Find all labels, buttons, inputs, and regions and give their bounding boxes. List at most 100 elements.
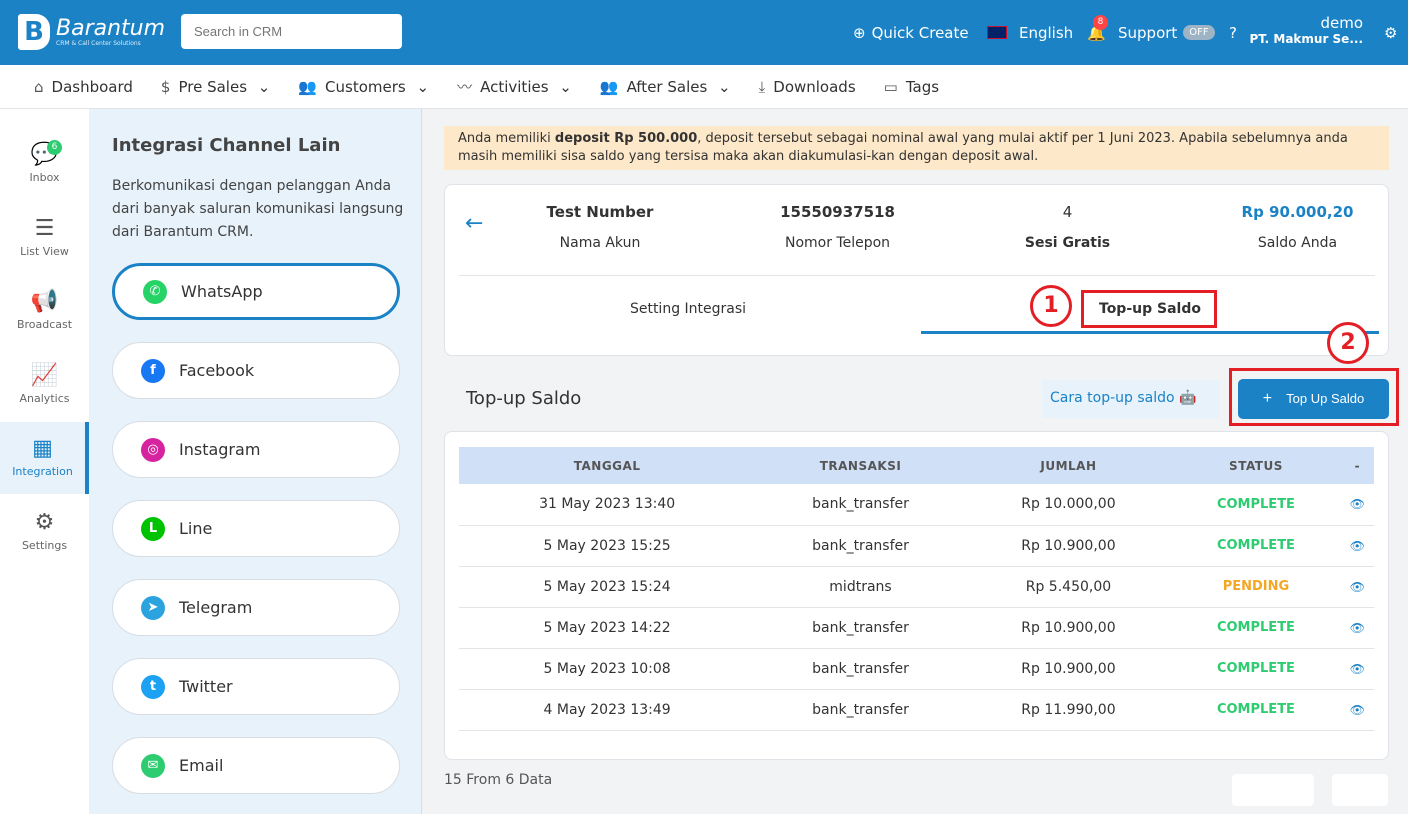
channel-facebook[interactable]: f Facebook (112, 342, 400, 399)
nav-item-downloads[interactable]: ⤓ Downloads (759, 78, 856, 96)
status-cell: COMPLETE (1171, 648, 1341, 690)
eye-icon[interactable]: 👁 (1340, 566, 1374, 608)
sidebar-item-settings[interactable]: ⚙ Settings (0, 496, 89, 568)
transaction-cell: midtrans (755, 566, 966, 608)
nav-icon: $ (160, 77, 171, 96)
channel-label: Twitter (179, 677, 233, 696)
help-icon[interactable]: ? (1229, 0, 1237, 65)
balance: Rp 90.000,20 Saldo Anda (1225, 203, 1370, 251)
column-header: TANGGAL (459, 447, 756, 484)
nav-label: After Sales (626, 77, 708, 96)
channel-telegram[interactable]: ➤ Telegram (112, 579, 400, 636)
sidebar-item-broadcast[interactable]: 📢 Broadcast (0, 275, 89, 347)
eye-icon[interactable]: 👁 (1340, 484, 1374, 526)
alert-bold: deposit Rp 500.000 (554, 131, 698, 146)
tab-setting-integrasi[interactable]: Setting Integrasi (459, 276, 917, 334)
table-row: 4 May 2023 13:49 bank_transfer Rp 11.990,0… (459, 689, 1374, 731)
deposit-alert: Anda memiliki deposit Rp 500.000, deposi… (444, 126, 1389, 170)
instagram-icon: ◎ (141, 437, 165, 462)
highlight-box (1081, 290, 1217, 328)
transactions-table: TANGGAL TRANSAKSI JUMLAH STATUS -31 May 2023… (459, 447, 1374, 731)
logo-name: Barantum (56, 15, 166, 41)
date-cell: 31 May 2023 13:40 (459, 484, 756, 526)
robot-icon: 🤖 (1179, 390, 1197, 406)
table-row: 5 May 2023 10:08 bank_transfer Rp 10.900,0… (459, 648, 1374, 690)
inbox-badge: 6 (47, 140, 62, 155)
quick-create-button[interactable]: ⊕ Quick Create (853, 0, 969, 65)
line-icon: L (141, 516, 165, 541)
date-cell: 5 May 2023 15:24 (459, 566, 756, 608)
nav-icon: 〰 (457, 78, 473, 96)
column-header: TRANSAKSI (755, 447, 966, 484)
quick-create-label: Quick Create (871, 23, 969, 42)
sidebar-label: Analytics (19, 391, 70, 405)
sidebar-item-list-view[interactable]: ☰ List View (0, 202, 89, 274)
sidebar-icon: ▦ (32, 436, 53, 461)
whatsapp-icon: ✆ (143, 279, 167, 304)
channel-line[interactable]: L Line (112, 500, 400, 557)
sidebar-label: Settings (21, 538, 68, 552)
date-cell: 5 May 2023 15:25 (459, 525, 756, 567)
status-cell: COMPLETE (1171, 484, 1341, 526)
nav-label: Activities (480, 78, 549, 96)
nav-item-dashboard[interactable]: ⌂ Dashboard (34, 78, 133, 96)
nav-item-tags[interactable]: ▭ Tags (884, 78, 939, 96)
twitter-icon: t (141, 674, 165, 699)
support-label: Support (1118, 23, 1178, 42)
nav-item-activities[interactable]: 〰 Activities ⌄ (457, 76, 572, 97)
table-row: 31 May 2023 13:40 bank_transfer Rp 10.000,… (459, 484, 1374, 526)
search-input[interactable] (181, 14, 402, 49)
date-cell: 5 May 2023 14:22 (459, 607, 756, 649)
logo-mark: B (18, 14, 50, 50)
nav-item-customers[interactable]: 👥 Customers ⌄ (298, 78, 429, 96)
nav-item-pre-sales[interactable]: $ Pre Sales ⌄ (161, 78, 270, 96)
column-header: - (1340, 447, 1374, 484)
date-cell: 4 May 2023 13:49 (459, 689, 756, 731)
email-icon: ✉ (141, 753, 165, 778)
howto-link[interactable]: Cara top-up saldo 🤖 (1042, 380, 1220, 418)
nav-icon: 👥 (298, 77, 318, 96)
next-page-button[interactable] (1332, 774, 1388, 806)
logo[interactable]: B Barantum CRM & Call Center Solutions (18, 14, 165, 50)
account-name-value: Test Number (546, 203, 654, 221)
notification-button[interactable]: 🔔 8 (1087, 0, 1108, 65)
channel-whatsapp[interactable]: ✆ WhatsApp (112, 263, 400, 320)
support-toggle[interactable]: Support OFF (1118, 0, 1215, 65)
nav-item-after-sales[interactable]: 👥 After Sales ⌄ (600, 78, 731, 96)
user-menu[interactable]: demo PT. Makmur Se... (1249, 14, 1363, 46)
amount-cell: Rp 10.900,00 (965, 525, 1172, 567)
nav-icon: ▭ (883, 77, 898, 96)
uk-flag-icon (987, 26, 1007, 39)
table-row: 5 May 2023 15:25 bank_transfer Rp 10.900,0… (459, 525, 1374, 567)
logo-sub: CRM & Call Center Solutions (56, 39, 141, 47)
column-header: STATUS (1171, 447, 1341, 484)
eye-icon[interactable]: 👁 (1340, 648, 1374, 690)
amount-cell: Rp 10.900,00 (965, 607, 1172, 649)
transaction-cell: bank_transfer (755, 689, 966, 731)
nav-label: Dashboard (51, 77, 133, 96)
nav-label: Customers (325, 77, 406, 96)
gear-icon[interactable]: ⚙ (1384, 0, 1397, 65)
channel-email[interactable]: ✉ Email (112, 737, 400, 794)
eye-icon[interactable]: 👁 (1340, 689, 1374, 731)
eye-icon[interactable]: 👁 (1340, 525, 1374, 567)
column-header: JUMLAH (965, 447, 1172, 484)
main-nav: ⌂ Dashboard $ Pre Sales ⌄ 👥 Customers ⌄ 〰 Activ… (0, 65, 1408, 109)
sessions-label: Sesi Gratis (1024, 235, 1111, 251)
channel-instagram[interactable]: ◎ Instagram (112, 421, 400, 478)
back-arrow-icon[interactable]: ← (465, 211, 483, 236)
sidebar: 💬 Inbox 6 ☰ List View 📢 Broadcast 📈 Analytics ▦ In… (0, 109, 89, 814)
prev-page-button[interactable] (1232, 774, 1314, 806)
top-up-saldo-button[interactable]: + Top Up Saldo (1238, 379, 1389, 419)
channel-twitter[interactable]: t Twitter (112, 658, 400, 715)
language-selector[interactable]: English (987, 0, 1073, 65)
support-state: OFF (1183, 25, 1215, 40)
eye-icon[interactable]: 👁 (1340, 607, 1374, 649)
company-name: PT. Makmur Se... (1249, 32, 1363, 46)
sidebar-item-integration[interactable]: ▦ Integration (0, 422, 89, 494)
sidebar-item-analytics[interactable]: 📈 Analytics (0, 349, 89, 421)
chevron-down-icon: ⌄ (713, 77, 731, 96)
transaction-cell: bank_transfer (755, 607, 966, 649)
date-cell: 5 May 2023 10:08 (459, 648, 756, 690)
sidebar-item-inbox[interactable]: 💬 Inbox 6 (0, 128, 89, 200)
